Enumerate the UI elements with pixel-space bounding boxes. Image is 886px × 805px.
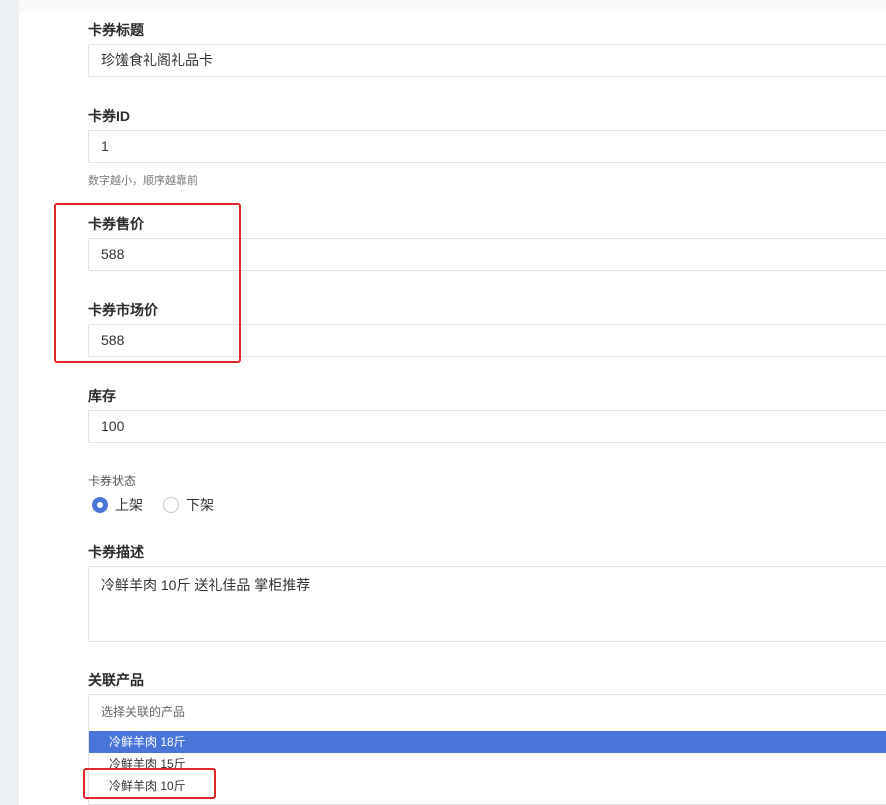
id-hint: 数字越小，顺序越靠前 — [88, 175, 198, 187]
stock-input[interactable]: 100 — [88, 410, 886, 443]
status-option-off-shelf[interactable]: 下架 — [163, 495, 214, 515]
price-input[interactable]: 588 — [88, 238, 886, 271]
status-option-label: 上架 — [115, 497, 143, 513]
stock-label: 库存 — [88, 388, 116, 404]
price-label: 卡券售价 — [88, 216, 144, 232]
market-price-label: 卡券市场价 — [88, 302, 158, 318]
related-product-label: 关联产品 — [88, 672, 144, 688]
description-label: 卡券描述 — [88, 544, 144, 560]
description-textarea[interactable]: 冷鲜羊肉 10斤 送礼佳品 掌柜推荐 — [88, 566, 886, 642]
product-option[interactable]: 冷鲜羊肉 15斤 — [89, 753, 886, 775]
title-input[interactable]: 珍馐食礼阁礼品卡 — [88, 44, 886, 77]
card-edit-form-page: 卡券标题 珍馐食礼阁礼品卡 卡券ID 1 数字越小，顺序越靠前 卡券售价 588… — [0, 0, 886, 805]
product-option[interactable]: 冷鲜羊肉 18斤 — [89, 731, 886, 753]
id-input[interactable]: 1 — [88, 130, 886, 163]
product-option[interactable]: 冷鲜羊肉 10斤 — [89, 775, 886, 797]
title-label: 卡券标题 — [88, 22, 144, 38]
top-strip — [19, 0, 886, 12]
left-sidebar-gutter — [0, 0, 19, 805]
radio-checked-icon[interactable] — [92, 497, 108, 513]
market-price-input[interactable]: 588 — [88, 324, 886, 357]
related-product-select[interactable]: 选择关联的产品 冷鲜羊肉 18斤 冷鲜羊肉 15斤 冷鲜羊肉 10斤 — [88, 694, 886, 805]
status-option-label: 下架 — [186, 497, 214, 513]
id-label: 卡券ID — [88, 108, 130, 124]
related-product-placeholder: 选择关联的产品 — [101, 705, 186, 719]
status-option-on-shelf[interactable]: 上架 — [92, 495, 143, 515]
status-radio-group: 上架 下架 — [92, 496, 234, 514]
status-label: 卡券状态 — [88, 474, 137, 488]
radio-unchecked-icon[interactable] — [163, 497, 179, 513]
